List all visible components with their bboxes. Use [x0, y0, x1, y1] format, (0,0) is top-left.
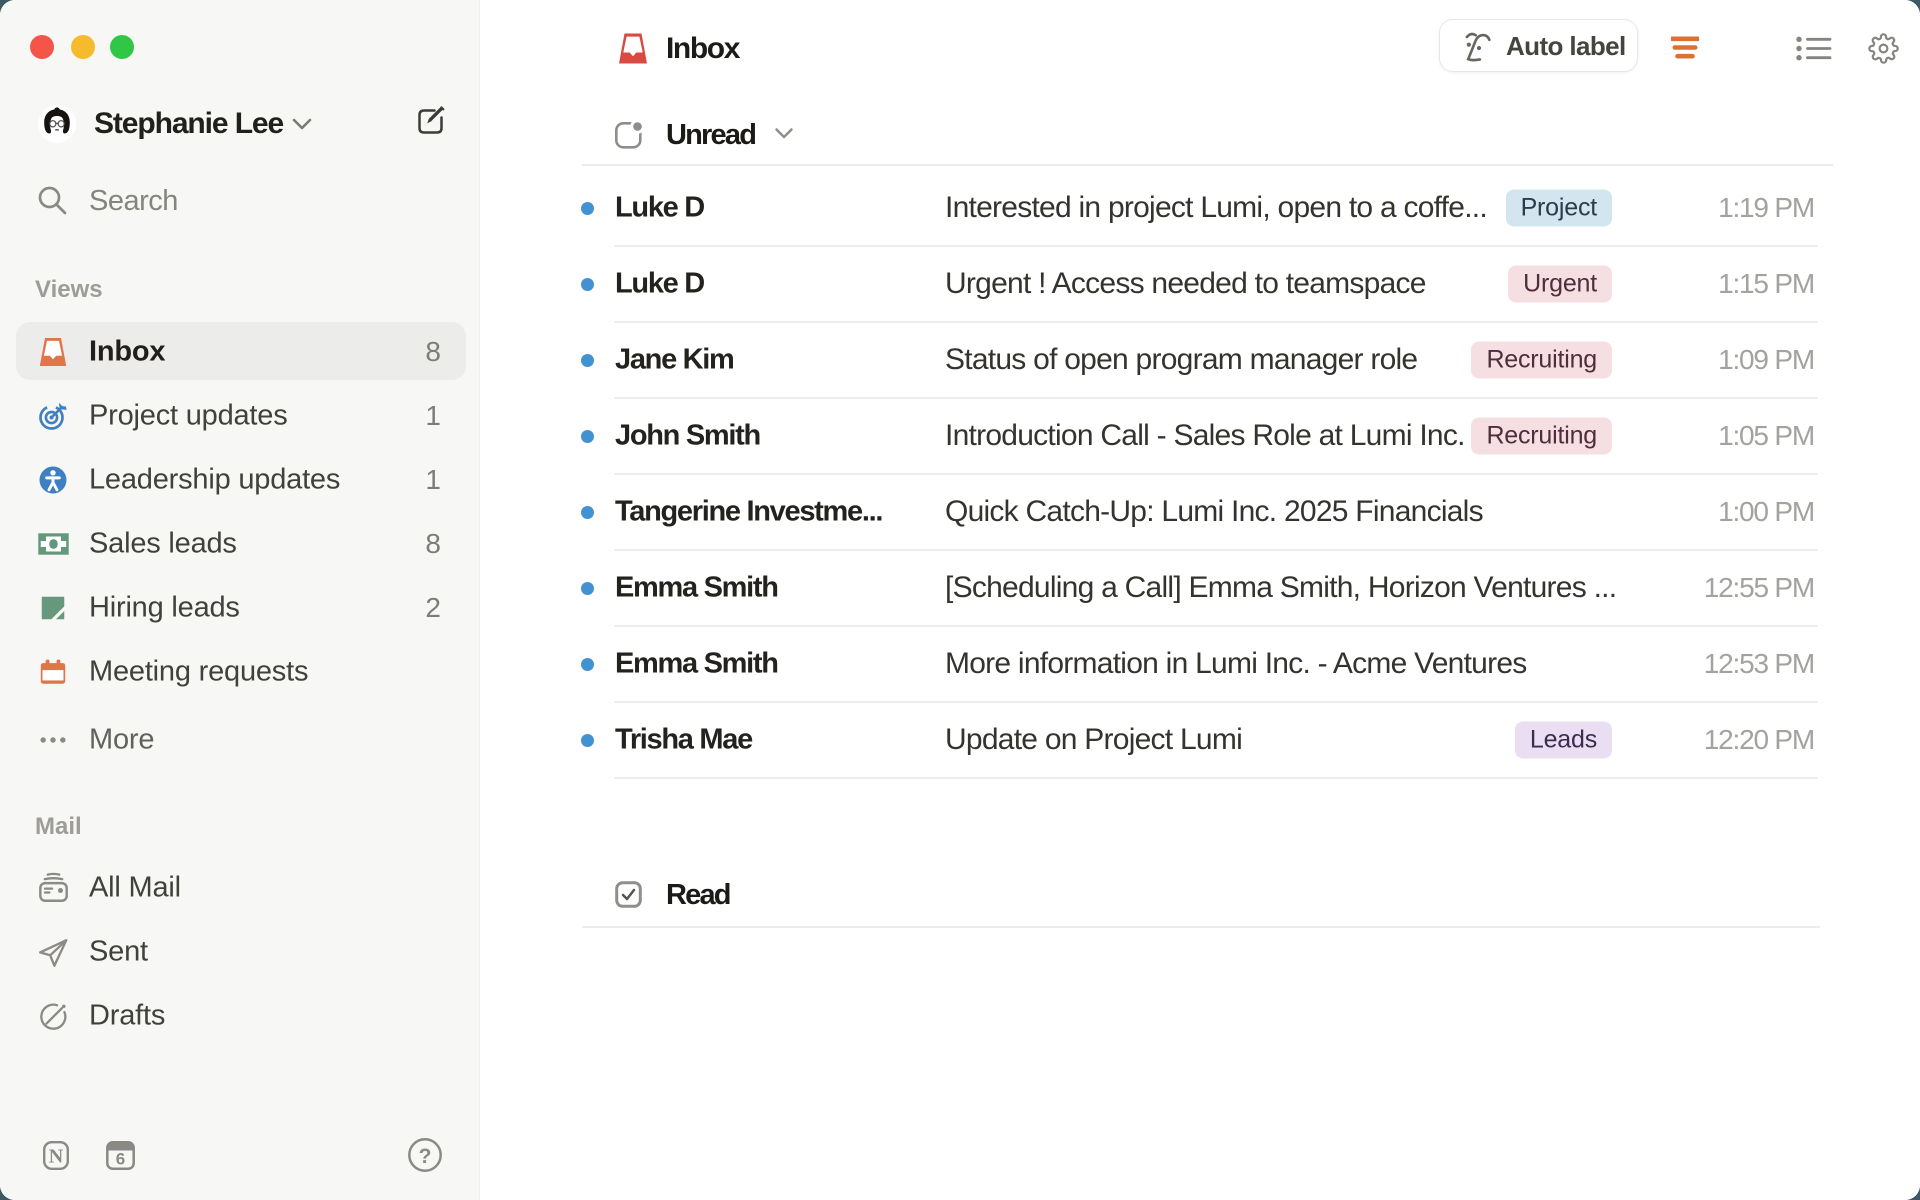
svg-text:6: 6 — [116, 1150, 125, 1169]
svg-text:?: ? — [419, 1145, 432, 1168]
svg-text:N: N — [49, 1146, 64, 1168]
